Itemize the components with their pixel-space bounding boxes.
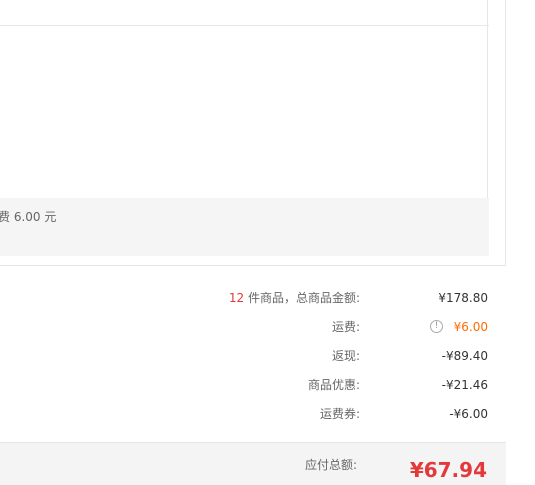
shipping-coupon-label: 运费券: <box>319 407 360 421</box>
shipping-row: 运费: ! ¥6.00 <box>0 317 488 337</box>
cashback-label: 返现: <box>331 349 360 363</box>
freight-bar <box>0 198 489 256</box>
shipping-coupon-value: -¥6.00 <box>449 407 488 421</box>
total-amount: ¥67.94 <box>409 458 487 482</box>
total-label: 应付总额: <box>304 458 357 472</box>
inner-divider <box>0 25 489 26</box>
goods-total-value: ¥178.80 <box>438 291 488 305</box>
cashback-row: 返现: -¥89.40 <box>0 346 488 366</box>
discount-label: 商品优惠: <box>307 378 360 392</box>
shipping-coupon-row: 运费券: -¥6.00 <box>0 404 488 424</box>
order-summary-screen: 运费 6.00 元 12 件商品，总商品金额: ¥178.80 运费: ! ¥6… <box>0 0 535 485</box>
goods-total-label: 12 件商品，总商品金额: <box>229 288 360 308</box>
freight-text: 运费 6.00 元 <box>0 210 57 224</box>
info-icon[interactable]: ! <box>430 320 443 333</box>
goods-total-label-text: 件商品，总商品金额: <box>244 291 360 305</box>
shipping-label: 运费: <box>331 320 360 334</box>
cashback-value: -¥89.40 <box>441 349 488 363</box>
discount-row: 商品优惠: -¥21.46 <box>0 375 488 395</box>
shipping-value: ¥6.00 <box>453 320 488 334</box>
discount-value: -¥21.46 <box>441 378 488 392</box>
goods-total-row: 12 件商品，总商品金额: ¥178.80 <box>0 288 488 308</box>
goods-count: 12 <box>228 291 245 305</box>
